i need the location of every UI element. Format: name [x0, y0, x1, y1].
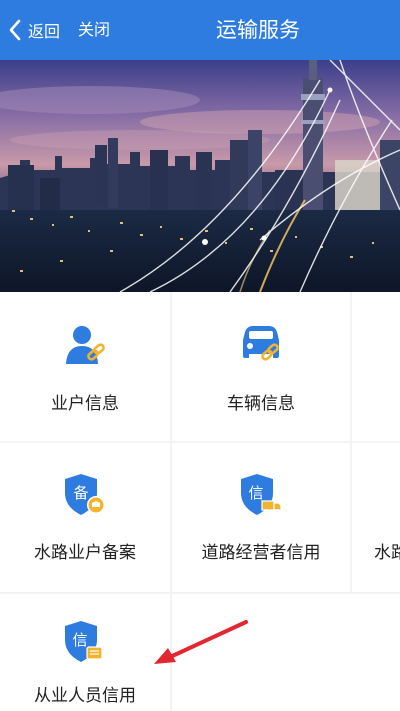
grid-item-label: 业户信息 [51, 394, 119, 414]
grid-item-label: 水路业户备案 [34, 543, 136, 563]
person-link-icon [61, 322, 109, 370]
close-button[interactable]: 关闭 [78, 14, 110, 46]
grid-item-label: 车辆信息 [227, 394, 295, 414]
transport-service-page: 返回 关闭 运输服务 业户信息 车辆信息 备 水路业户备案 信 道路经营者信用 … [0, 0, 400, 711]
page-title: 运输服务 [216, 18, 300, 42]
top-navbar: 返回 关闭 运输服务 [0, 0, 400, 60]
car-link-icon [237, 322, 285, 370]
service-grid: 业户信息 车辆信息 备 水路业户备案 信 道路经营者信用 水路 信 从业人员信用 [0, 292, 400, 711]
banner-image [0, 60, 400, 292]
grid-item-label: 道路经营者信用 [201, 543, 321, 563]
back-label: 返回 [28, 22, 61, 41]
grid-empty-cell [172, 594, 400, 711]
grid-item-practitioner-credit[interactable]: 信 从业人员信用 [0, 594, 170, 711]
grid-item-partial[interactable] [352, 292, 400, 441]
shield-text: 信 [72, 631, 87, 649]
chevron-left-icon [4, 14, 26, 46]
grid-item-label: 从业人员信用 [34, 686, 136, 706]
shield-text: 备 [73, 484, 88, 502]
grid-item-business-info[interactable]: 业户信息 [0, 292, 170, 441]
shield-xin-truck-icon: 信 [237, 471, 285, 519]
shield-bei-icon: 备 [61, 471, 109, 519]
shield-text: 信 [248, 484, 263, 502]
grid-item-road-operator-credit[interactable]: 信 道路经营者信用 [172, 443, 350, 592]
grid-item-vehicle-info[interactable]: 车辆信息 [172, 292, 350, 441]
shield-xin-person-icon: 信 [61, 618, 109, 666]
grid-item-label: 水路 [374, 543, 400, 563]
grid-item-waterway-registration[interactable]: 备 水路业户备案 [0, 443, 170, 592]
back-button[interactable]: 返回 [4, 14, 60, 46]
grid-item-waterway-partial[interactable]: 水路 [352, 443, 400, 592]
